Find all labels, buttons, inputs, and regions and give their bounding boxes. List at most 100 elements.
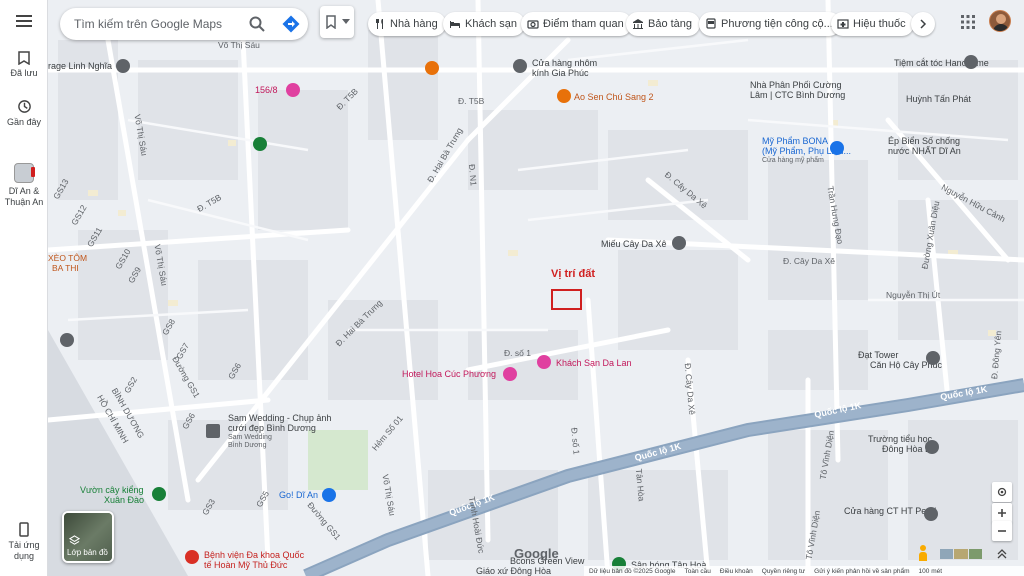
- museum-icon: [633, 19, 643, 29]
- chip-transit[interactable]: Phương tiện công cộ...: [699, 12, 841, 36]
- place-label[interactable]: Sam Wedding - Chụp ảnh: [228, 413, 331, 423]
- place-label[interactable]: Cửa hàng nhôm: [532, 58, 597, 68]
- bookmark-icon: [326, 15, 336, 29]
- my-location-button[interactable]: [992, 482, 1012, 502]
- poi-garden-icon[interactable]: [152, 487, 166, 501]
- pegman-icon[interactable]: [916, 545, 930, 561]
- place-label[interactable]: Bệnh viện Đa khoa Quốc: [204, 550, 304, 560]
- saved-places-toggle[interactable]: [320, 6, 354, 38]
- map-layers-button[interactable]: Lớp bản đồ: [62, 511, 114, 563]
- footer-map-data: Dữ liệu bản đồ ©2025 Google: [589, 567, 676, 575]
- history-icon: [17, 100, 31, 113]
- poi-temple-icon[interactable]: [672, 236, 686, 250]
- chip-pharmacies[interactable]: Hiệu thuốc: [831, 12, 914, 36]
- land-location-box[interactable]: [551, 289, 582, 310]
- poi-generic-icon[interactable]: [60, 333, 74, 347]
- place-category: Bình Dương: [228, 442, 267, 449]
- poi-hospital-icon[interactable]: [185, 550, 199, 564]
- chip-label: Phương tiện công cộ...: [721, 18, 833, 30]
- poi-generic-icon[interactable]: [116, 59, 130, 73]
- poi-shop-icon[interactable]: [924, 507, 938, 521]
- place-label: Đông Hòa B: [882, 444, 932, 454]
- place-label[interactable]: Ép Biển Số chống: [888, 136, 960, 146]
- place-label[interactable]: Nhà Phân Phối Cường: [750, 80, 841, 90]
- get-app-button[interactable]: Tải ứng dụng: [0, 522, 48, 562]
- footer-scale[interactable]: 100 mét: [919, 568, 943, 575]
- bed-icon: [450, 21, 460, 28]
- app-label-line2: dụng: [13, 551, 35, 561]
- recent-button[interactable]: Gần đây: [0, 99, 48, 128]
- place-label[interactable]: Mỹ Phẩm BONA: [762, 136, 828, 146]
- place-label[interactable]: Cửa hàng CT HT Pearl: [844, 506, 936, 516]
- map-canvas[interactable]: Vị trí đất Cửa hàng nhôm kính Gia Phúc A…: [48, 0, 1024, 576]
- poi-park-icon[interactable]: [253, 137, 267, 151]
- place-label[interactable]: Hotel Hoa Cúc Phương: [402, 369, 496, 379]
- zoom-in-button[interactable]: [992, 503, 1012, 523]
- place-category: Cửa hàng mỹ phẩm: [762, 157, 824, 164]
- menu-icon: [16, 15, 32, 27]
- poi-shopping-icon[interactable]: [322, 488, 336, 502]
- bus-icon: [706, 18, 716, 29]
- menu-button[interactable]: [0, 14, 48, 28]
- place-label[interactable]: Đạt Tower: [858, 350, 898, 360]
- place-label: kính Gia Phúc: [532, 68, 589, 78]
- footer-privacy-link[interactable]: Quyền riêng tư: [762, 568, 805, 575]
- place-label[interactable]: 156/8: [255, 85, 278, 95]
- search-input[interactable]: [74, 17, 244, 31]
- expand-icon[interactable]: [996, 547, 1008, 559]
- directions-icon[interactable]: [282, 15, 300, 33]
- place-label[interactable]: Khách Sạn Da Lan: [556, 358, 632, 368]
- road-label: Đ. số 1: [504, 348, 531, 358]
- place-label[interactable]: Miếu Cây Da Xê: [601, 239, 667, 249]
- footer-terms-link[interactable]: Điều khoản: [720, 568, 753, 575]
- poi-building-icon[interactable]: [926, 351, 940, 365]
- bookmark-icon: [18, 51, 30, 65]
- place-label[interactable]: rage Linh Nghĩa: [48, 61, 112, 71]
- place-label: Xuân Đào: [104, 495, 145, 505]
- road-label: Võ Thị Sáu: [218, 40, 260, 50]
- chips-next-button[interactable]: [911, 12, 935, 36]
- chip-label: Hiệu thuốc: [853, 18, 906, 30]
- chip-attractions[interactable]: Điểm tham quan: [521, 12, 632, 36]
- search-box[interactable]: [60, 8, 308, 40]
- poi-hotel-icon[interactable]: [537, 355, 551, 369]
- chip-restaurants[interactable]: Nhà hàng: [368, 12, 446, 36]
- camera-icon: [527, 20, 539, 29]
- chip-museums[interactable]: Bảo tàng: [626, 12, 701, 36]
- plus-icon: [998, 509, 1006, 517]
- apps-grid-icon[interactable]: [958, 12, 978, 32]
- place-label[interactable]: Giáo xứ Đông Hòa: [476, 566, 551, 576]
- place-label: tế Hoàn Mỹ Thủ Đức: [204, 560, 288, 570]
- app-label-line1: Tải ứng: [8, 540, 40, 550]
- google-logo: Google: [514, 546, 559, 561]
- chevron-right-icon: [920, 19, 927, 29]
- place-label[interactable]: Ao Sen Chú Sang 2: [574, 92, 654, 102]
- account-avatar[interactable]: [989, 10, 1011, 32]
- footer-feedback-link[interactable]: Gửi ý kiến phản hồi về sản phẩm: [814, 568, 909, 575]
- poi-food-icon[interactable]: [425, 61, 439, 75]
- poi-photo-icon[interactable]: [206, 424, 220, 438]
- left-rail: Đã lưu Gần đây Dĩ An & Thuận An Tải ứng …: [0, 0, 48, 576]
- poi-school-icon[interactable]: [925, 440, 939, 454]
- recent-area-button[interactable]: Dĩ An & Thuận An: [0, 163, 48, 208]
- poi-barber-icon[interactable]: [964, 55, 978, 69]
- poi-hotel-icon[interactable]: [286, 83, 300, 97]
- place-label: nước NHẤT Dĩ An: [888, 146, 961, 156]
- place-label: BA THI: [52, 263, 79, 273]
- place-label[interactable]: Vườn cây kiểng: [80, 485, 143, 495]
- chip-label: Bảo tàng: [648, 18, 693, 30]
- place-label[interactable]: Go! Dĩ An: [279, 490, 318, 500]
- poi-hotel-icon[interactable]: [503, 367, 517, 381]
- footer-global-link[interactable]: Toàn cầu: [684, 568, 710, 575]
- chip-hotels[interactable]: Khách sạn: [443, 12, 525, 36]
- saved-button[interactable]: Đã lưu: [0, 51, 48, 79]
- place-label[interactable]: Trường tiểu học: [868, 434, 932, 444]
- crosshair-icon: [997, 487, 1007, 497]
- poi-lake-icon[interactable]: [557, 89, 571, 103]
- place-label[interactable]: XÈO TÔM: [48, 253, 87, 263]
- search-icon[interactable]: [248, 15, 266, 33]
- zoom-out-button[interactable]: [992, 521, 1012, 541]
- imagery-thumbnails[interactable]: [940, 549, 982, 559]
- poi-cosmetics-icon[interactable]: [830, 141, 844, 155]
- poi-shop-icon[interactable]: [513, 59, 527, 73]
